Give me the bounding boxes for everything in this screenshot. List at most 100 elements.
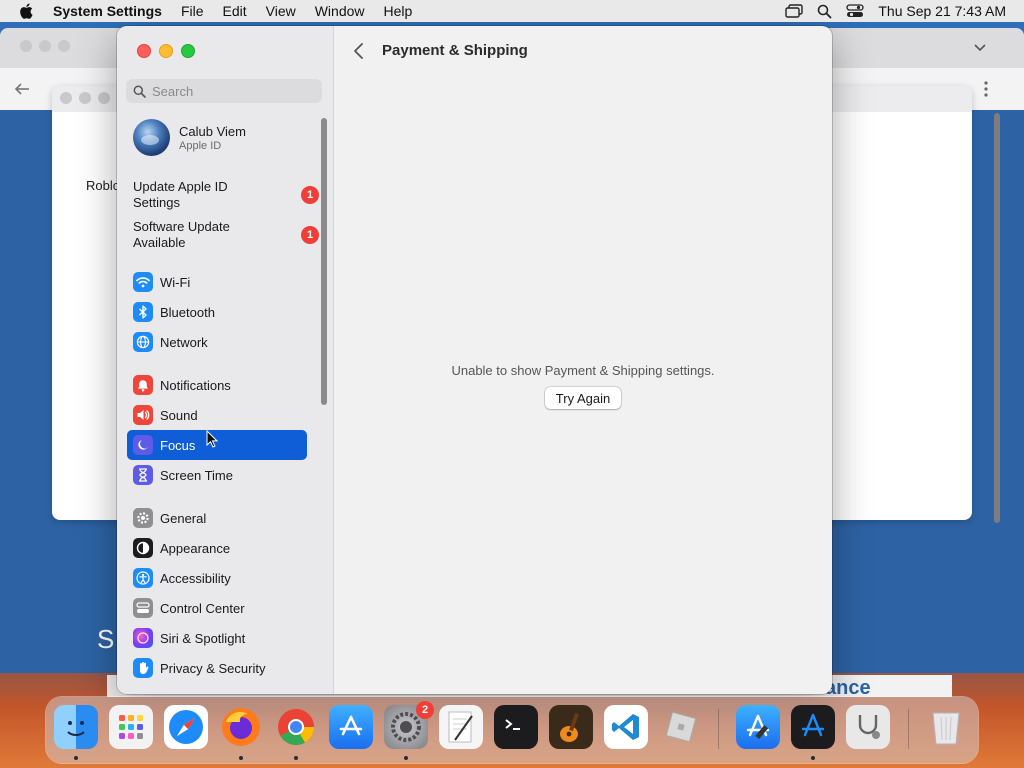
avatar [133,119,170,156]
chevron-down-icon[interactable] [974,44,986,52]
roblox-icon[interactable] [659,705,703,749]
speaker-icon [133,405,153,425]
sidebar-item-notifications[interactable]: Notifications [127,370,307,400]
vscode-icon[interactable] [604,705,648,749]
menu-help[interactable]: Help [384,3,413,19]
disk-utility-icon[interactable] [846,705,890,749]
sidebar-item-screen-time[interactable]: Screen Time [127,460,307,490]
search-field[interactable] [126,79,322,103]
back-arrow-icon[interactable] [14,82,30,96]
alert-label: Update Apple ID Settings [133,179,228,210]
background-scrollbar[interactable] [994,113,1000,523]
sidebar-item-general[interactable]: General [127,503,307,533]
more-options-icon[interactable] [984,81,988,97]
sidebar-item-label: Control Center [160,600,245,616]
sidebar-item-control-center[interactable]: Control Center [127,593,307,623]
alert-label: Software Update Available [133,219,230,250]
sidebar-item-appearance[interactable]: Appearance [127,533,307,563]
alert-update-apple-id[interactable]: Update Apple ID Settings 1 [133,179,319,211]
screen-mirroring-icon[interactable] [785,4,804,18]
sidebar-item-label: Wi-Fi [160,274,191,290]
firefox-icon[interactable] [219,705,263,749]
sidebar-item-wifi[interactable]: Wi-Fi [127,267,307,297]
sidebar-item-label: Siri & Spotlight [160,630,246,646]
sidebar-item-siri-spotlight[interactable]: Siri & Spotlight [127,623,307,653]
accessibility-icon [133,568,153,588]
detail-pane: Payment & Shipping Unable to show Paymen… [334,26,832,694]
background-dialog-controls [60,92,110,104]
sidebar-item-label: Sound [160,407,198,423]
minimize-button[interactable] [159,44,173,58]
instruments-icon[interactable] [791,705,835,749]
globe-icon [133,332,153,352]
siri-icon [133,628,153,648]
notification-badge: 1 [301,186,319,204]
apple-menu-icon[interactable] [19,3,33,19]
moon-icon [133,435,153,455]
notification-badge: 1 [301,226,319,244]
chrome-icon[interactable] [274,705,318,749]
zoom-button[interactable] [181,44,195,58]
bell-icon [133,375,153,395]
sidebar-item-label: Screen Time [160,467,233,483]
menu-file[interactable]: File [181,3,204,19]
menu-window[interactable]: Window [315,3,365,19]
sidebar-item-label: Accessibility [160,570,231,586]
wifi-icon [133,272,153,292]
sidebar-item-label: Bluetooth [160,304,215,320]
search-icon [133,85,146,98]
sidebar-item-bluetooth[interactable]: Bluetooth [127,297,307,327]
hand-icon [133,658,153,678]
close-button[interactable] [137,44,151,58]
window-controls [137,44,195,58]
profile-name: Calub Viem [179,123,246,139]
launchpad-icon[interactable] [109,705,153,749]
apple-id-profile[interactable]: Calub Viem Apple ID [133,119,246,156]
alert-software-update[interactable]: Software Update Available 1 [133,219,319,251]
sidebar-item-network[interactable]: Network [127,327,307,357]
sidebar-item-label: Focus [160,437,196,453]
garageband-icon[interactable] [549,705,593,749]
profile-subtitle: Apple ID [179,139,222,152]
menu-clock[interactable]: Thu Sep 21 7:43 AM [878,3,1006,19]
background-window-controls [20,40,70,52]
appearance-icon [133,538,153,558]
control-center-icon [133,598,153,618]
spotlight-search-icon[interactable] [817,4,832,19]
sidebar-item-label: Privacy & Security [160,660,266,676]
page-title: Payment & Shipping [382,42,528,59]
background-label: Roblo [86,178,120,193]
error-message: Unable to show Payment & Shipping settin… [451,363,715,378]
sidebar-item-sound[interactable]: Sound [127,400,307,430]
trash-icon[interactable] [924,705,968,749]
sidebar-item-accessibility[interactable]: Accessibility [127,563,307,593]
sidebar-item-privacy-security[interactable]: Privacy & Security [127,653,307,683]
sidebar-item-label: Network [160,334,208,350]
textedit-icon[interactable] [439,705,483,749]
xcode-icon[interactable] [736,705,780,749]
control-center-icon[interactable] [846,4,865,18]
sidebar-item-label: Notifications [160,377,231,393]
menu-extras: Thu Sep 21 7:43 AM [785,0,1006,22]
safari-icon[interactable] [164,705,208,749]
back-chevron-icon[interactable] [352,41,366,61]
search-input[interactable] [152,83,302,99]
bluetooth-icon [133,302,153,322]
try-again-button[interactable]: Try Again [545,387,621,409]
menu-view[interactable]: View [266,3,296,19]
system-settings-window: Calub Viem Apple ID Update Apple ID Sett… [117,26,832,694]
hourglass-icon [133,465,153,485]
menu-edit[interactable]: Edit [223,3,247,19]
background-heading: S [97,624,115,654]
system-settings-icon[interactable]: 2 [384,701,434,749]
menu-bar: System Settings File Edit View Window He… [0,0,1024,22]
dock: 2 [46,697,978,763]
app-store-icon[interactable] [329,705,373,749]
menu-app-name[interactable]: System Settings [53,3,162,19]
dock-notification-badge: 2 [416,701,434,719]
sidebar-item-label: Appearance [160,540,231,556]
finder-icon[interactable] [54,705,98,749]
sidebar-scrollbar[interactable] [321,118,327,405]
gear-icon [133,508,153,528]
terminal-icon[interactable] [494,705,538,749]
